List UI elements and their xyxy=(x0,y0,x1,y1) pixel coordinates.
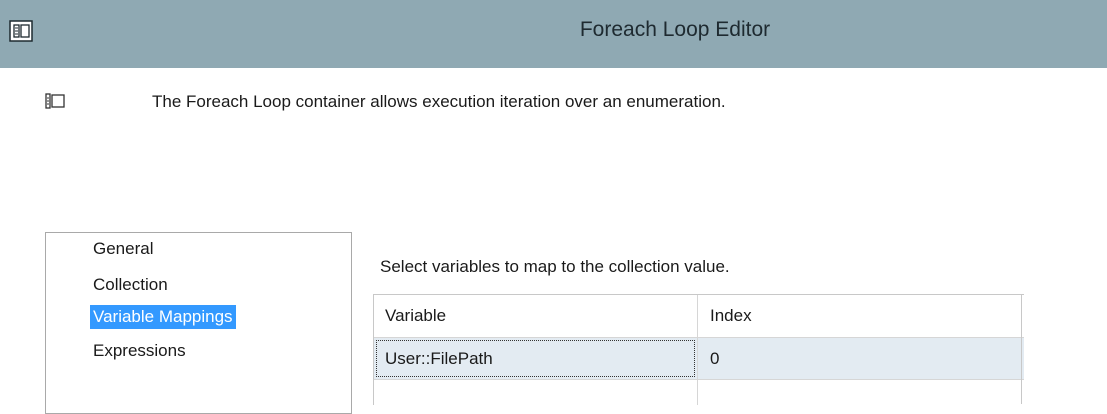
nav-item-variable-mappings[interactable]: Variable Mappings xyxy=(90,305,236,329)
nav-item-expressions[interactable]: Expressions xyxy=(90,339,189,363)
table-row[interactable]: User::FilePath 0 xyxy=(374,338,1024,380)
column-header-variable[interactable]: Variable xyxy=(385,306,446,326)
foreach-loop-icon xyxy=(44,90,66,112)
nav-item-general[interactable]: General xyxy=(90,237,156,261)
grid-right-border xyxy=(1021,294,1022,404)
page-navigation-list: General Collection Variable Mappings Exp… xyxy=(45,232,352,414)
grid-header: Variable Index xyxy=(374,295,1024,338)
column-divider xyxy=(697,295,698,405)
title-bar: Foreach Loop Editor xyxy=(0,0,1107,68)
column-header-index[interactable]: Index xyxy=(710,306,752,326)
mappings-prompt: Select variables to map to the collectio… xyxy=(380,257,730,276)
variable-mappings-grid: Variable Index User::FilePath 0 xyxy=(373,294,1024,405)
editor-description: The Foreach Loop container allows execut… xyxy=(152,92,726,111)
window-title: Foreach Loop Editor xyxy=(579,18,771,41)
variable-cell[interactable]: User::FilePath xyxy=(374,338,697,379)
index-cell[interactable]: 0 xyxy=(710,338,719,379)
nav-item-collection[interactable]: Collection xyxy=(90,273,171,297)
